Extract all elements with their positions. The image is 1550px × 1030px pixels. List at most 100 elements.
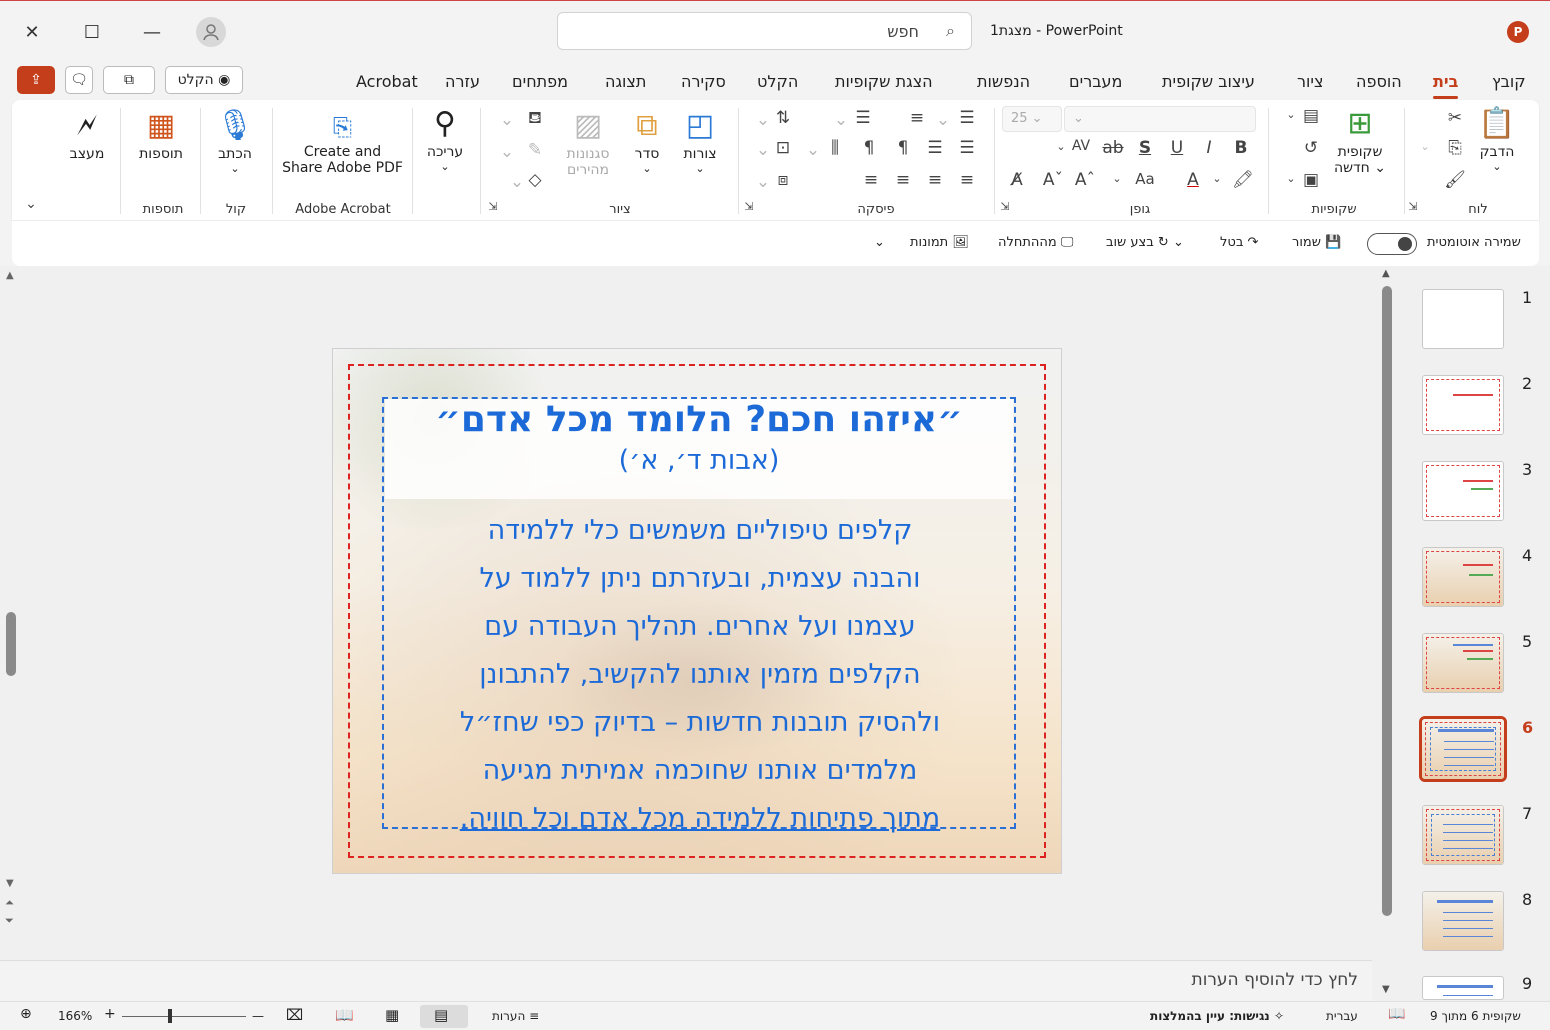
dialog-launcher-icon[interactable]: ⇲	[482, 200, 504, 213]
tab-view[interactable]: תצוגה	[605, 72, 646, 91]
dropdown-icon[interactable]: ⌄	[830, 110, 852, 130]
dropdown-icon[interactable]: ⌄	[1280, 108, 1302, 121]
dictate-button[interactable]: 🎙 הכתב ⌄	[210, 106, 260, 175]
normal-view-icon[interactable]: ▤	[434, 1006, 448, 1024]
tab-file[interactable]: קובץ	[1492, 72, 1526, 91]
font-size-select[interactable]: 25 ⌄	[1002, 106, 1062, 132]
copy-icon[interactable]: ⎘	[1444, 138, 1466, 158]
columns-icon[interactable]: ⫼	[824, 138, 846, 158]
slide-thumbnail-6[interactable]	[1419, 716, 1507, 782]
fit-to-window-icon[interactable]: ⊕	[20, 1006, 32, 1022]
language-status[interactable]: עברית	[1326, 1009, 1358, 1023]
from-start-button[interactable]: מההתחלה 🖵	[998, 235, 1073, 250]
slide-thumbnail-9[interactable]	[1422, 976, 1504, 1000]
dropdown-icon[interactable]: ⌄	[752, 110, 774, 130]
dropdown-icon[interactable]: ⌄	[496, 142, 518, 162]
scroll-up-icon[interactable]: ▲	[6, 270, 14, 281]
notes-toggle-button[interactable]: הערות ≡	[492, 1009, 539, 1023]
dropdown-icon[interactable]: ⌄	[932, 110, 954, 130]
autosave-toggle[interactable]	[1367, 233, 1417, 255]
slide-thumbnail-5[interactable]	[1422, 633, 1504, 693]
zoom-level[interactable]: 166%	[58, 1009, 92, 1023]
align-left-icon[interactable]: ≡	[892, 170, 914, 190]
tab-design[interactable]: עיצוב שקופית	[1162, 72, 1255, 91]
layout-icon[interactable]: ▤	[1300, 106, 1322, 126]
dropdown-icon[interactable]: ⌄	[1280, 172, 1302, 185]
thumbs-scrollbar-thumb[interactable]	[1382, 286, 1392, 916]
share-button[interactable]: ⇪	[17, 66, 55, 94]
decrease-indent-icon[interactable]: ☰	[924, 138, 946, 158]
dialog-launcher-icon[interactable]: ⇲	[1402, 200, 1424, 213]
shadow-icon[interactable]: S	[1134, 138, 1156, 158]
clear-formatting-icon[interactable]: A̸	[1006, 170, 1028, 190]
close-icon[interactable]: ✕	[10, 11, 54, 53]
dialog-launcher-icon[interactable]: ⇲	[738, 200, 760, 213]
underline-icon[interactable]: U	[1166, 138, 1188, 158]
editor-scrollbar-thumb[interactable]	[6, 612, 16, 676]
tab-review[interactable]: סקירה	[681, 72, 726, 91]
shape-fill-icon[interactable]: ⛾	[524, 108, 546, 130]
tab-draw[interactable]: ציור	[1297, 72, 1323, 91]
slide-thumbnail-1[interactable]	[1422, 289, 1504, 349]
ribbon-collapse-icon[interactable]: ⌄	[20, 196, 42, 212]
justify-icon[interactable]: ≡	[860, 170, 882, 190]
highlight-icon[interactable]: 🖍	[1232, 170, 1254, 190]
shape-effects-icon[interactable]: ◇	[524, 170, 546, 190]
spelling-icon[interactable]: 📖	[1388, 1006, 1405, 1022]
rtl-icon[interactable]: ¶	[892, 138, 914, 158]
next-slide-icon[interactable]: ⏷	[5, 914, 14, 928]
slide-thumbnail-3[interactable]	[1422, 461, 1504, 521]
teams-button[interactable]: ⧉	[103, 66, 155, 94]
dropdown-icon[interactable]: ⌄	[1206, 172, 1228, 185]
thumbs-scroll-down-icon[interactable]: ▼	[1382, 984, 1390, 995]
increase-font-icon[interactable]: Aˆ	[1074, 170, 1096, 190]
maximize-icon[interactable]: ☐	[70, 11, 114, 53]
align-right-icon[interactable]: ≡	[956, 170, 978, 190]
dialog-launcher-icon[interactable]: ⇲	[994, 200, 1016, 213]
tab-animations[interactable]: הנפשות	[977, 72, 1030, 91]
format-painter-icon[interactable]: 🖌	[1444, 170, 1466, 190]
smartart-icon[interactable]: ⧈	[772, 170, 794, 190]
tab-insert[interactable]: הוספה	[1356, 72, 1402, 91]
slide-thumbnail-7[interactable]	[1422, 805, 1504, 865]
undo-button[interactable]: בטל ↷	[1220, 235, 1258, 250]
zoom-slider[interactable]	[122, 1016, 246, 1017]
new-slide-button[interactable]: ⊞ שקופית חדשה ⌄	[1330, 104, 1390, 176]
slideshow-view-icon[interactable]: ⌧	[286, 1006, 303, 1024]
slide-subtitle[interactable]: (אבות ד׳, א׳)	[383, 445, 1015, 476]
reset-icon[interactable]: ↺	[1300, 138, 1322, 158]
notes-pane[interactable]: לחץ כדי להוסיף הערות	[0, 960, 1372, 1000]
zoom-out-icon[interactable]: —	[252, 1009, 264, 1023]
save-button[interactable]: שמור 💾	[1292, 235, 1341, 250]
create-pdf-button[interactable]: ⎘ Create and Share Adobe PDF	[280, 110, 405, 176]
ltr-icon[interactable]: ¶	[858, 138, 880, 158]
minimize-icon[interactable]: —	[130, 11, 174, 53]
record-button[interactable]: הקלט ◉	[165, 66, 243, 94]
current-slide[interactable]: ״איזהו חכם? הלומד מכל אדם״ (אבות ד׳, א׳)…	[332, 348, 1062, 874]
change-case-icon[interactable]: Aa	[1130, 170, 1160, 188]
zoom-slider-knob[interactable]	[168, 1009, 172, 1023]
strikethrough-icon[interactable]: ab	[1102, 138, 1124, 158]
dropdown-icon[interactable]: ⌄	[1050, 140, 1072, 153]
tab-developer[interactable]: מפתחים	[512, 72, 568, 91]
slide-thumbnail-4[interactable]	[1422, 547, 1504, 607]
comments-button[interactable]: 🗨	[65, 66, 93, 94]
slide-body-text[interactable]: קלפים טיפוליים משמשים כלי ללמידה והבנה ע…	[393, 507, 1007, 843]
search-box[interactable]: חפש ⌕	[557, 12, 972, 50]
cut-icon[interactable]: ✂	[1444, 108, 1466, 128]
accessibility-status[interactable]: נגישות: עיין בהמלצות ✧	[1150, 1009, 1284, 1023]
font-name-select[interactable]: ⌄	[1064, 106, 1256, 132]
redo-button[interactable]: בצע שוב ↻ ⌄	[1106, 235, 1184, 250]
line-spacing-icon[interactable]: ☰	[852, 108, 874, 128]
dropdown-icon[interactable]: ⌄	[752, 172, 774, 192]
slide-sorter-icon[interactable]: ▦	[385, 1006, 399, 1024]
account-avatar[interactable]	[196, 17, 226, 47]
increase-indent-icon[interactable]: ☰	[956, 138, 978, 158]
tab-home[interactable]: בית	[1433, 72, 1459, 99]
addins-button[interactable]: ▦ תוספות	[132, 106, 190, 162]
reading-view-icon[interactable]: 📖	[335, 1006, 354, 1024]
quick-styles-button[interactable]: ▨ סגנונות מהירים	[558, 106, 618, 178]
decrease-font-icon[interactable]: Aˇ	[1042, 170, 1064, 190]
shapes-button[interactable]: ◰ צורות ⌄	[676, 106, 724, 175]
align-center-icon[interactable]: ≡	[924, 170, 946, 190]
